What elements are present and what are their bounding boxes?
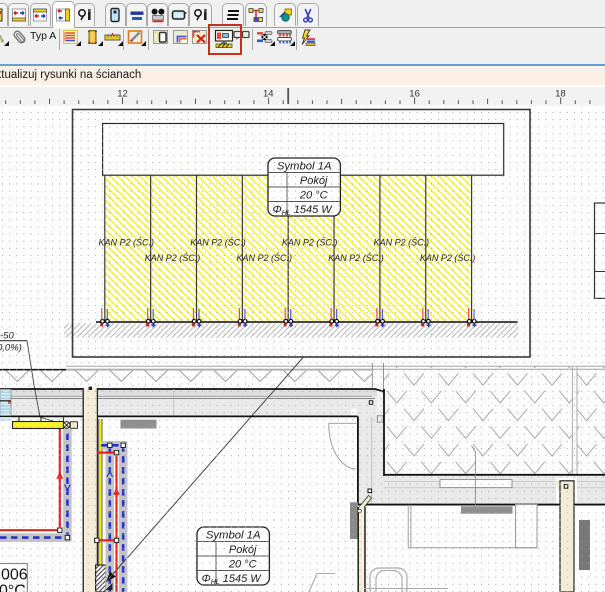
svg-text:14: 14	[263, 89, 274, 100]
svg-text:16: 16	[409, 89, 420, 100]
svg-text:18: 18	[555, 89, 566, 100]
svg-text:12: 12	[117, 89, 128, 100]
